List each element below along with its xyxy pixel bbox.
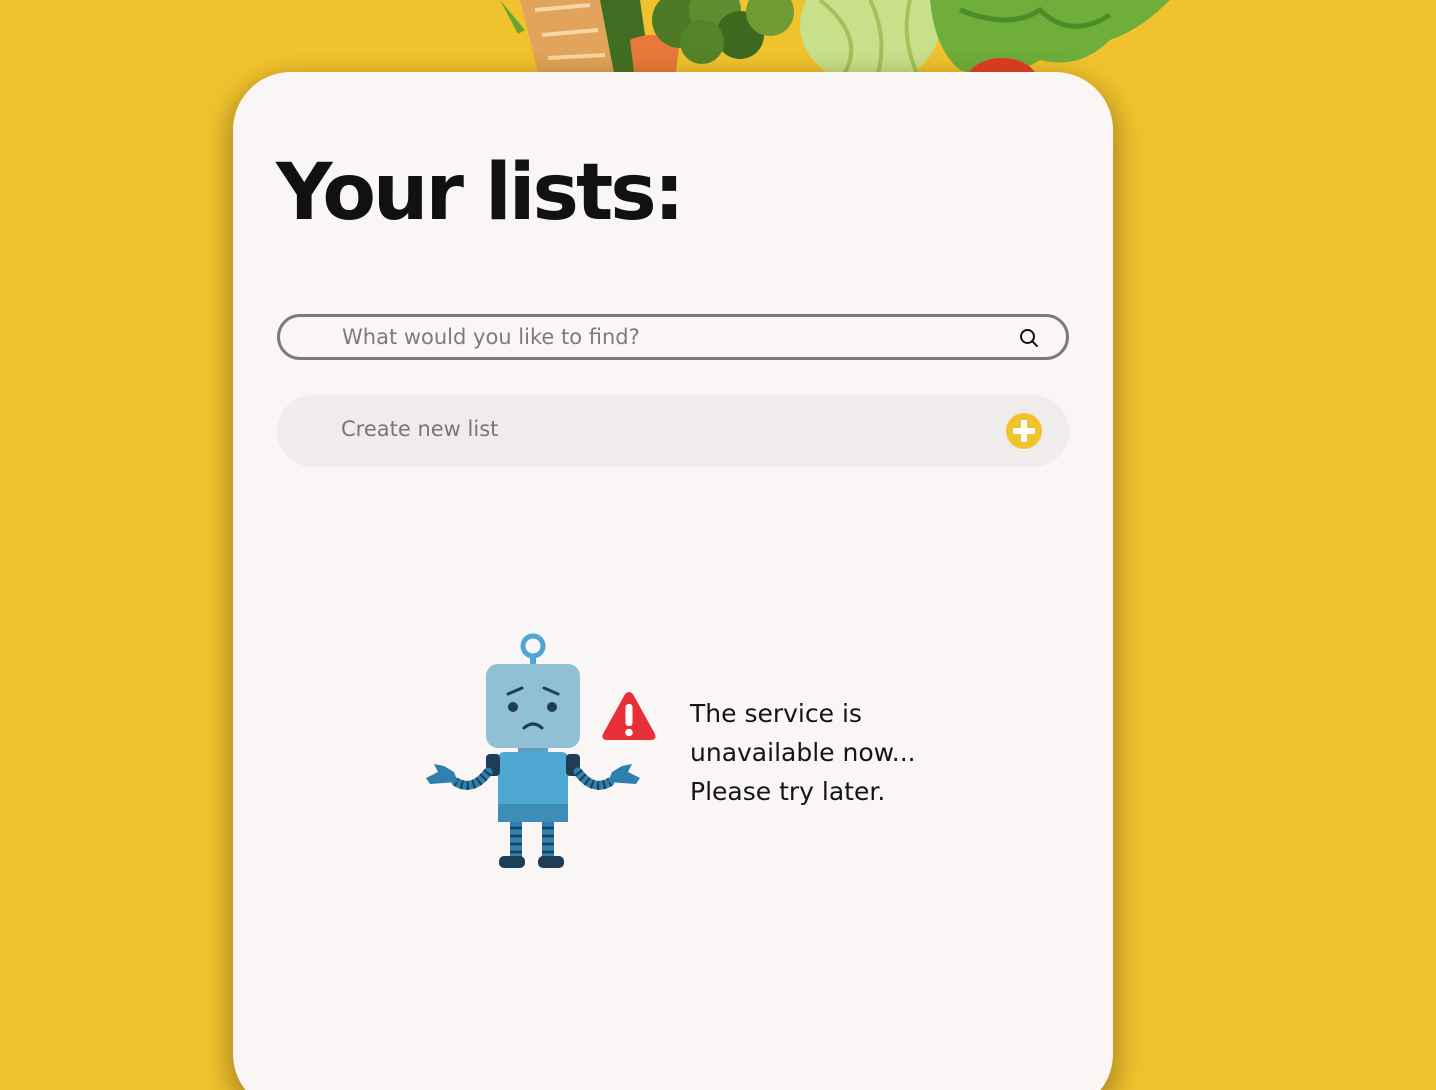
search-icon[interactable]	[1018, 327, 1040, 349]
sad-robot-illustration	[426, 633, 640, 868]
search-input[interactable]	[342, 317, 982, 357]
search-bar	[277, 314, 1069, 360]
plus-circle-icon[interactable]	[1005, 412, 1043, 450]
error-line-3: Please try later.	[690, 777, 886, 806]
error-line-2: unavailable now...	[690, 738, 916, 767]
service-unavailable-message: The service is unavailable now... Please…	[690, 694, 990, 811]
create-new-list-label: Create new list	[341, 417, 499, 441]
page-title: Your lists:	[276, 148, 685, 238]
lists-card: Your lists: Create new list	[233, 72, 1113, 1090]
error-line-1: The service is	[690, 699, 862, 728]
warning-icon	[602, 692, 656, 740]
create-new-list-button[interactable]: Create new list	[277, 395, 1069, 467]
